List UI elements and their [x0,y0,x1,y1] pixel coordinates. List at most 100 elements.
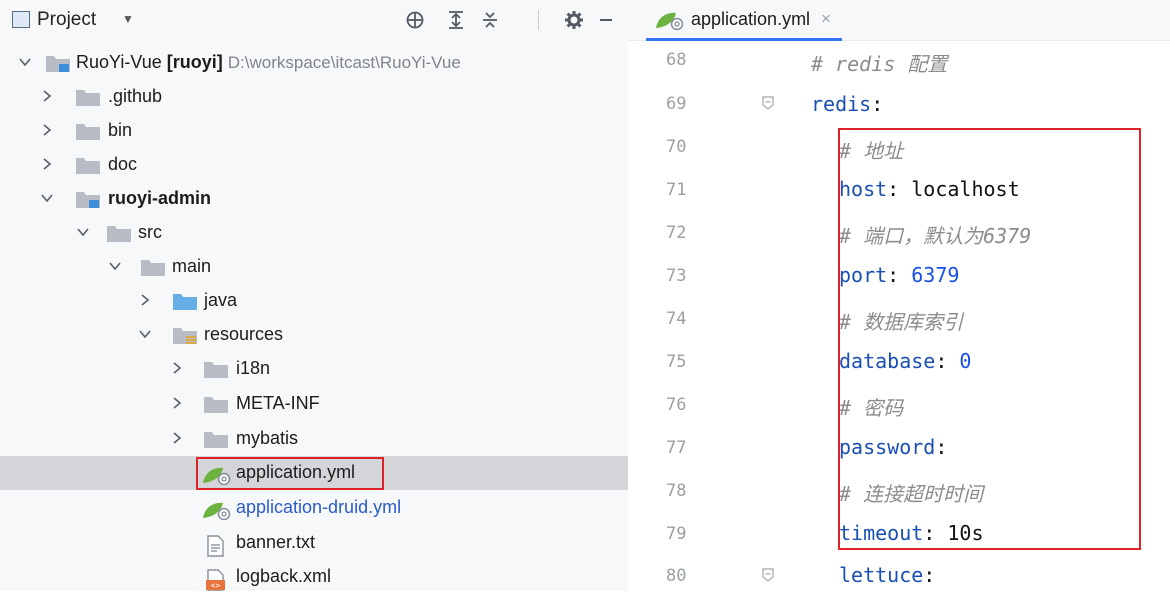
chevron-right-icon[interactable] [138,293,152,307]
tree-item-label: ruoyi-admin [108,188,212,208]
line-number: 73 [666,266,687,286]
spring-config-icon [656,12,684,30]
module-folder-icon [46,56,70,72]
module-name: [ruoyi] [166,52,223,72]
project-header: Project ▼ [0,0,628,40]
line-number: 69 [666,94,687,114]
tree-item-label: META-INF [236,393,320,413]
folder-icon [76,158,100,174]
tree-item-resources[interactable]: resources [0,318,628,352]
chevron-right-icon[interactable] [40,89,54,103]
tree-item-java[interactable]: java [0,284,628,318]
editor-tab-bar: application.yml × [628,0,1170,41]
yaml-key: redis [811,92,872,116]
project-view-selector[interactable]: Project [37,9,96,31]
text-file-icon [207,535,224,557]
tree-item-doc[interactable]: doc [0,148,628,182]
code-line: redis: [811,92,883,116]
line-number: 79 [666,524,687,544]
tree-item-mybatis[interactable]: mybatis [0,422,628,456]
svg-text:<>: <> [211,581,221,590]
line-number: 76 [666,395,687,415]
line-number: 68 [666,50,687,70]
line-number: 77 [666,438,687,458]
folder-icon [204,362,228,378]
tree-item-bin[interactable]: bin [0,114,628,148]
highlight-box-file [196,457,384,490]
line-number: 75 [666,352,687,372]
line-number: 80 [666,566,687,586]
tree-item-label: .github [108,86,163,106]
line-number: 78 [666,481,687,501]
chevron-down-icon[interactable] [40,191,54,205]
tree-item-logback-xml[interactable]: <> logback.xml [0,560,628,594]
gear-icon[interactable] [560,6,588,34]
tree-item-banner-txt[interactable]: banner.txt [0,526,628,560]
tree-item-label: doc [108,154,138,174]
line-number-gutter [628,41,768,591]
tree-item-github[interactable]: .github [0,80,628,114]
folder-icon [141,260,165,276]
tree-item-label: resources [204,324,284,344]
fold-marker-icon[interactable] [761,96,775,110]
fold-marker-icon[interactable] [761,568,775,582]
close-icon[interactable]: × [821,9,831,29]
tree-item-label: src [138,222,162,242]
collapse-all-icon[interactable] [476,6,504,34]
xml-file-icon: <> [206,569,225,591]
chevron-down-icon[interactable] [108,259,122,273]
chevron-right-icon[interactable] [170,431,184,445]
expand-all-icon[interactable] [442,6,470,34]
folder-icon [107,226,131,242]
chevron-right-icon[interactable] [40,157,54,171]
tree-item-label: java [204,290,238,310]
tree-item-src[interactable]: src [0,216,628,250]
spring-config-icon [203,502,231,520]
tab-label: application.yml [691,9,811,29]
chevron-right-icon[interactable] [170,396,184,410]
yaml-colon: : [923,563,936,587]
folder-icon [76,90,100,106]
tree-item-label: application-druid.yml [236,497,402,517]
chevron-down-icon[interactable] [138,327,152,341]
project-path: D:\workspace\itcast\RuoYi-Vue [227,53,461,72]
project-view-icon [12,11,30,28]
line-number: 70 [666,137,687,157]
line-number: 74 [666,309,687,329]
tree-item-application-druid-yml[interactable]: application-druid.yml [0,491,628,525]
tree-item-meta-inf[interactable]: META-INF [0,387,628,421]
tree-item-label: logback.xml [236,566,332,586]
tree-item-label: i18n [236,358,271,378]
tree-item-label: bin [108,120,133,140]
minimize-icon[interactable] [592,6,620,34]
tree-item-main[interactable]: main [0,250,628,284]
chevron-right-icon[interactable] [40,123,54,137]
yaml-key: lettuce [839,563,924,587]
tree-item-ruoyi-admin[interactable]: ruoyi-admin [0,182,628,216]
tree-item-label: mybatis [236,428,299,448]
folder-icon [204,432,228,448]
folder-icon [76,124,100,140]
tree-item-ruoyi-vue[interactable]: RuoYi-Vue [ruoyi] D:\workspace\itcast\Ru… [0,46,628,80]
chevron-down-icon[interactable] [76,225,90,239]
chevron-right-icon[interactable] [170,361,184,375]
chevron-down-icon[interactable] [18,55,32,69]
locate-icon[interactable] [401,6,429,34]
source-folder-icon [173,294,197,310]
module-folder-icon [76,192,100,208]
highlight-box-redis-config [838,128,1141,550]
resources-folder-icon [173,328,197,344]
yaml-colon: : [871,92,884,116]
tree-item-label: banner.txt [236,532,316,552]
tree-item-i18n[interactable]: i18n [0,352,628,386]
chevron-down-icon[interactable]: ▼ [122,12,134,26]
tab-application-yml[interactable]: application.yml × [636,0,842,41]
project-panel: Project ▼ RuoYi-Vue [ruoyi] D:\workspace… [0,0,628,591]
line-number: 72 [666,223,687,243]
folder-icon [204,397,228,413]
tree-item-label: main [172,256,212,276]
code-line: lettuce: [839,563,935,587]
code-line-comment: # redis 配置 [811,52,948,76]
toolbar-separator [538,10,539,30]
line-number: 71 [666,180,687,200]
